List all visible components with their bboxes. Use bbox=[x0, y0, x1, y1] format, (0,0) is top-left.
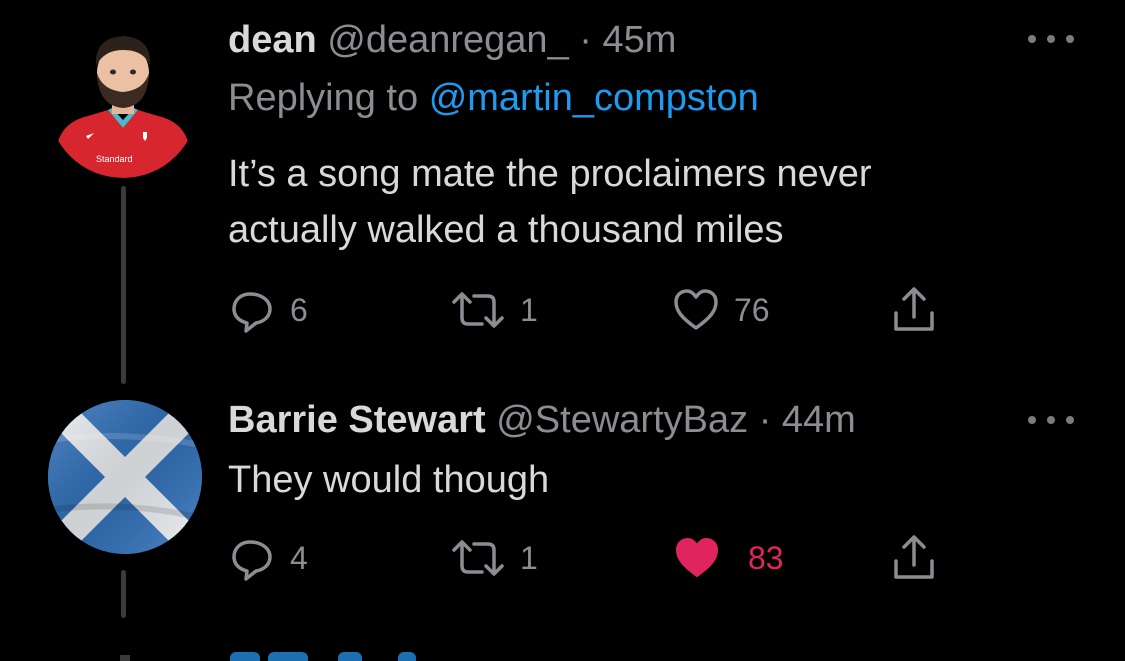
tweet-text-line: It’s a song mate the proclaimers never bbox=[228, 153, 872, 195]
reply-button[interactable]: 6 bbox=[228, 285, 308, 335]
avatar-barrie[interactable] bbox=[48, 400, 202, 554]
like-icon bbox=[676, 538, 718, 577]
replying-to-link[interactable]: @martin_compston bbox=[429, 77, 759, 119]
more-icon[interactable] bbox=[1028, 31, 1074, 47]
reply-icon bbox=[232, 540, 272, 581]
timestamp[interactable]: 45m bbox=[602, 19, 676, 61]
reply-count: 4 bbox=[290, 539, 308, 576]
avatar-dean[interactable]: Standard bbox=[48, 28, 198, 178]
tweet-actions: 4 1 83 bbox=[228, 533, 948, 583]
svg-text:Standard: Standard bbox=[96, 154, 133, 164]
tweet-header: dean @deanregan_ · 45m bbox=[228, 18, 676, 62]
share-icon bbox=[894, 287, 934, 331]
tweet-text-line: actually walked a thousand miles bbox=[228, 209, 784, 251]
reply-button[interactable]: 4 bbox=[228, 533, 308, 583]
share-button[interactable] bbox=[890, 285, 938, 335]
reply-count: 6 bbox=[290, 291, 308, 328]
show-replies-link-stub[interactable] bbox=[228, 652, 448, 661]
retweet-button[interactable]: 1 bbox=[450, 285, 538, 335]
share-icon bbox=[894, 535, 934, 579]
handle[interactable]: @deanregan_ bbox=[327, 19, 568, 61]
display-name[interactable]: dean bbox=[228, 19, 317, 61]
like-count: 76 bbox=[734, 291, 770, 328]
retweet-count: 1 bbox=[520, 539, 538, 576]
tweet-actions: 6 1 76 bbox=[228, 285, 948, 335]
tweet-text-line: They would though bbox=[228, 459, 550, 501]
tweet-text: They would though bbox=[228, 452, 1048, 508]
handle[interactable]: @StewartyBaz bbox=[496, 399, 748, 441]
tweet-header: Barrie Stewart @StewartyBaz · 44m bbox=[228, 398, 856, 442]
avatar-dean-image: Standard bbox=[56, 36, 190, 178]
replying-to: Replying to @martin_compston bbox=[228, 76, 759, 120]
retweet-icon bbox=[452, 292, 504, 328]
like-button[interactable]: 76 bbox=[672, 285, 770, 335]
more-icon[interactable] bbox=[1028, 412, 1074, 428]
retweet-button[interactable]: 1 bbox=[450, 533, 538, 583]
separator: · bbox=[579, 19, 592, 61]
like-button[interactable]: 83 bbox=[672, 533, 784, 583]
tweet-text: It’s a song mate the proclaimers never a… bbox=[228, 146, 1048, 258]
saltire-flag-image bbox=[48, 400, 202, 554]
timestamp[interactable]: 44m bbox=[782, 399, 856, 441]
reply-icon bbox=[232, 292, 272, 333]
thread-line bbox=[121, 570, 126, 618]
replying-to-label: Replying to bbox=[228, 77, 419, 119]
separator: · bbox=[758, 399, 772, 441]
retweet-icon bbox=[452, 540, 504, 576]
share-button[interactable] bbox=[890, 533, 938, 583]
like-icon bbox=[674, 289, 718, 330]
display-name[interactable]: Barrie Stewart bbox=[228, 399, 486, 441]
like-count: 83 bbox=[748, 539, 784, 576]
thread-line bbox=[121, 186, 126, 384]
thread-dots bbox=[120, 655, 130, 661]
retweet-count: 1 bbox=[520, 291, 538, 328]
